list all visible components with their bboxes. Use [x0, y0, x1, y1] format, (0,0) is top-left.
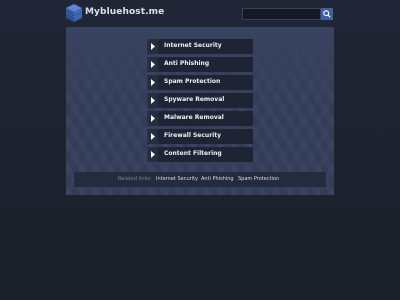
menu-list: Internet Security Anti Phishing Spam Pro… [147, 39, 253, 165]
menu-item-label: Spam Protection [164, 78, 221, 85]
menu-item-label: Malware Removal [164, 114, 224, 121]
related-link-anti-phishing[interactable]: Anti Phishing [201, 176, 234, 182]
related-links-label: Related links: [118, 176, 152, 182]
menu-item-anti-phishing[interactable]: Anti Phishing [147, 57, 253, 72]
related-link-internet-security[interactable]: Internet Security [156, 176, 198, 182]
logo-icon[interactable] [66, 4, 82, 22]
menu-item-spam-protection[interactable]: Spam Protection [147, 75, 253, 90]
menu-item-label: Content Filtering [164, 150, 222, 157]
chevron-right-icon [148, 129, 158, 144]
menu-item-malware-removal[interactable]: Malware Removal [147, 111, 253, 126]
chevron-right-icon [148, 111, 158, 126]
site-title[interactable]: Mybluehost.me [85, 7, 164, 17]
menu-item-content-filtering[interactable]: Content Filtering [147, 147, 253, 162]
menu-item-firewall-security[interactable]: Firewall Security [147, 129, 253, 144]
chevron-right-icon [148, 93, 158, 108]
search-input[interactable] [242, 8, 321, 20]
menu-item-internet-security[interactable]: Internet Security [147, 39, 253, 54]
search-button[interactable] [321, 8, 333, 20]
chevron-right-icon [148, 147, 158, 162]
menu-item-label: Spyware Removal [164, 96, 225, 103]
page: Mybluehost.me Internet Security Anti Phi… [0, 0, 400, 300]
chevron-right-icon [148, 57, 158, 72]
header: Mybluehost.me [0, 0, 400, 27]
menu-item-spyware-removal[interactable]: Spyware Removal [147, 93, 253, 108]
chevron-right-icon [148, 75, 158, 90]
menu-item-label: Anti Phishing [164, 60, 210, 67]
content-panel: Internet Security Anti Phishing Spam Pro… [66, 27, 334, 195]
search-icon [323, 10, 331, 18]
chevron-right-icon [148, 39, 158, 54]
menu-item-label: Firewall Security [164, 132, 221, 139]
related-link-spam-protection[interactable]: Spam Protection [238, 176, 279, 182]
related-links-bar: Related links: Internet Security Anti Ph… [74, 172, 326, 187]
menu-item-label: Internet Security [164, 42, 222, 49]
